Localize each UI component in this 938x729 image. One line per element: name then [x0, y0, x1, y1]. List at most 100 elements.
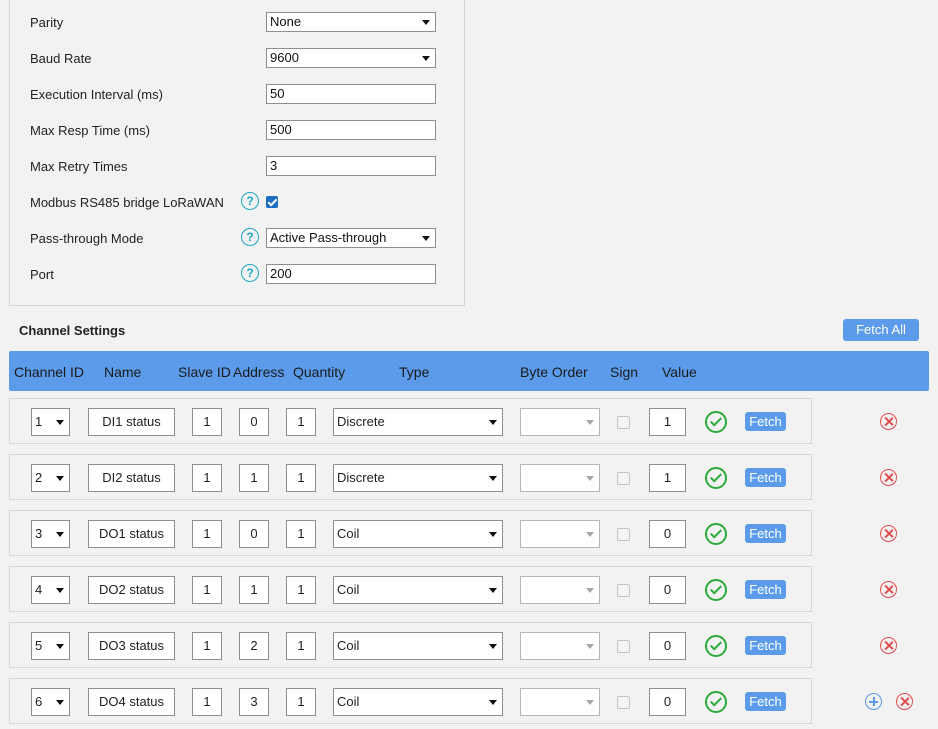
baud-rate-label: Baud Rate [30, 51, 92, 66]
address-input[interactable]: 0 [239, 520, 269, 548]
max-retry-times-label: Max Retry Times [30, 159, 128, 174]
address-input[interactable]: 3 [239, 688, 269, 716]
column-header: Type [399, 364, 430, 380]
execution-interval-input[interactable]: 50 [266, 84, 436, 104]
slave-id-input[interactable]: 1 [192, 576, 222, 604]
value-input[interactable]: 1 [649, 464, 686, 492]
type-value: Coil [337, 526, 360, 541]
value-input[interactable]: 1 [649, 408, 686, 436]
channel-id-select[interactable]: 5 [31, 632, 70, 660]
port-input[interactable]: 200 [266, 264, 436, 284]
quantity-input[interactable]: 1 [286, 520, 316, 548]
close-circle-icon[interactable] [880, 637, 897, 654]
byte-order-select[interactable] [520, 464, 600, 492]
channel-id-select[interactable]: 6 [31, 688, 70, 716]
quantity-input[interactable]: 1 [286, 408, 316, 436]
chevron-down-icon [52, 414, 68, 430]
close-circle-icon[interactable] [880, 469, 897, 486]
channel-id-select[interactable]: 1 [31, 408, 70, 436]
check-circle-icon [705, 411, 727, 433]
channel-name-input[interactable]: DI1 status [88, 408, 175, 436]
fetch-button[interactable]: Fetch [745, 524, 786, 543]
address-input[interactable]: 0 [239, 408, 269, 436]
column-header: Channel ID [14, 364, 85, 380]
channel-id-select[interactable]: 3 [31, 520, 70, 548]
type-select[interactable]: Coil [333, 688, 503, 716]
sign-checkbox[interactable] [617, 416, 630, 429]
fetch-all-button[interactable]: Fetch All [843, 319, 919, 341]
value-input[interactable]: 0 [649, 632, 686, 660]
chevron-down-icon [52, 582, 68, 598]
max-retry-times-input[interactable]: 3 [266, 156, 436, 176]
channel-id-value: 1 [35, 414, 43, 429]
check-circle-icon [705, 523, 727, 545]
column-header: Name [104, 364, 142, 380]
close-circle-icon[interactable] [880, 413, 897, 430]
byte-order-select[interactable] [520, 688, 600, 716]
byte-order-select[interactable] [520, 520, 600, 548]
byte-order-select[interactable] [520, 408, 600, 436]
sign-checkbox[interactable] [617, 696, 630, 709]
quantity-input[interactable]: 1 [286, 576, 316, 604]
value-input[interactable]: 0 [649, 688, 686, 716]
address-input[interactable]: 1 [239, 464, 269, 492]
quantity-input[interactable]: 1 [286, 632, 316, 660]
execution-interval-label: Execution Interval (ms) [30, 87, 163, 102]
sign-checkbox[interactable] [617, 584, 630, 597]
type-value: Discrete [337, 414, 385, 429]
channel-name-input[interactable]: DO4 status [88, 688, 175, 716]
column-header: Value [662, 364, 697, 380]
type-select[interactable]: Coil [333, 520, 503, 548]
slave-id-input[interactable]: 1 [192, 688, 222, 716]
address-input[interactable]: 2 [239, 632, 269, 660]
bridge-lorawan-checkbox[interactable] [266, 196, 278, 208]
channel-name-input[interactable]: DO3 status [88, 632, 175, 660]
close-circle-icon[interactable] [880, 525, 897, 542]
chevron-down-icon [485, 582, 501, 598]
help-icon[interactable]: ? [241, 228, 259, 246]
chevron-down-icon [582, 638, 598, 654]
fetch-button[interactable]: Fetch [745, 580, 786, 599]
type-select[interactable]: Coil [333, 632, 503, 660]
parity-select[interactable]: None [266, 12, 436, 32]
fetch-button[interactable]: Fetch [745, 468, 786, 487]
channel-id-select[interactable]: 4 [31, 576, 70, 604]
channel-name-input[interactable]: DO1 status [88, 520, 175, 548]
quantity-input[interactable]: 1 [286, 464, 316, 492]
close-circle-icon[interactable] [880, 581, 897, 598]
channel-name-input[interactable]: DO2 status [88, 576, 175, 604]
max-resp-time-input[interactable]: 500 [266, 120, 436, 140]
slave-id-input[interactable]: 1 [192, 408, 222, 436]
address-input[interactable]: 1 [239, 576, 269, 604]
chevron-down-icon [485, 470, 501, 486]
pass-through-mode-select[interactable]: Active Pass-through [266, 228, 436, 248]
close-circle-icon[interactable] [896, 693, 913, 710]
byte-order-select[interactable] [520, 632, 600, 660]
fetch-button[interactable]: Fetch [745, 412, 786, 431]
chevron-down-icon [485, 638, 501, 654]
type-select[interactable]: Discrete [333, 408, 503, 436]
chevron-down-icon [485, 526, 501, 542]
quantity-input[interactable]: 1 [286, 688, 316, 716]
type-value: Coil [337, 638, 360, 653]
type-select[interactable]: Coil [333, 576, 503, 604]
slave-id-input[interactable]: 1 [192, 464, 222, 492]
slave-id-input[interactable]: 1 [192, 520, 222, 548]
help-icon[interactable]: ? [241, 192, 259, 210]
help-icon[interactable]: ? [241, 264, 259, 282]
value-input[interactable]: 0 [649, 576, 686, 604]
type-select[interactable]: Discrete [333, 464, 503, 492]
check-circle-icon [705, 579, 727, 601]
channel-name-input[interactable]: DI2 status [88, 464, 175, 492]
sign-checkbox[interactable] [617, 528, 630, 541]
sign-checkbox[interactable] [617, 472, 630, 485]
fetch-button[interactable]: Fetch [745, 692, 786, 711]
byte-order-select[interactable] [520, 576, 600, 604]
slave-id-input[interactable]: 1 [192, 632, 222, 660]
sign-checkbox[interactable] [617, 640, 630, 653]
channel-id-select[interactable]: 2 [31, 464, 70, 492]
fetch-button[interactable]: Fetch [745, 636, 786, 655]
plus-circle-icon[interactable] [865, 693, 882, 710]
baud-rate-select[interactable]: 9600 [266, 48, 436, 68]
value-input[interactable]: 0 [649, 520, 686, 548]
